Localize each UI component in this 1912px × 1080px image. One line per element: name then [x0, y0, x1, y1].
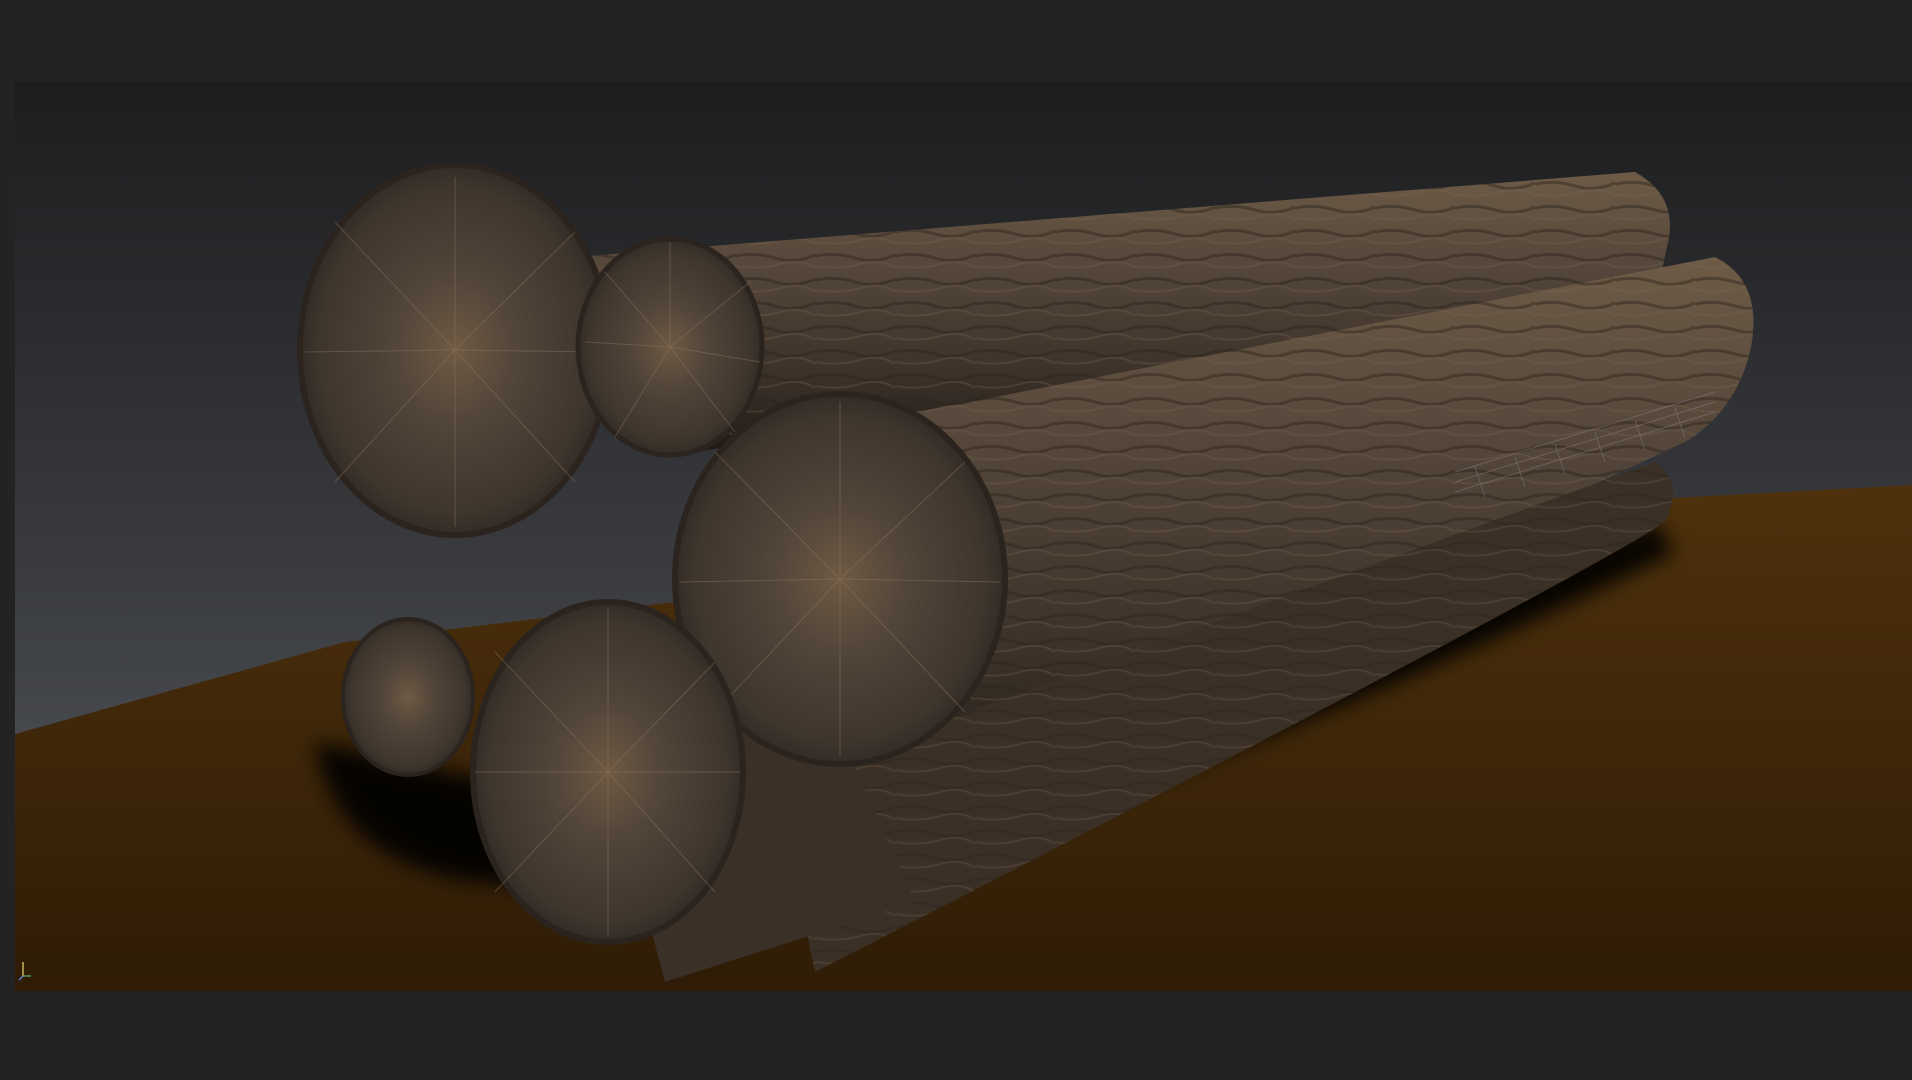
log-end-bottom-front — [470, 599, 746, 945]
top-frame — [0, 0, 1912, 82]
viewport-window — [0, 0, 1912, 1080]
scene-render — [15, 82, 1912, 991]
log-end-bottom-small — [341, 617, 475, 777]
log-end-top-left — [297, 162, 613, 538]
axis-gizmo[interactable] — [17, 952, 47, 982]
log-end-top-center — [575, 236, 765, 458]
axis-gizmo-icon — [18, 962, 31, 981]
3d-viewport[interactable] — [15, 82, 1912, 991]
bottom-frame — [0, 991, 1912, 1080]
